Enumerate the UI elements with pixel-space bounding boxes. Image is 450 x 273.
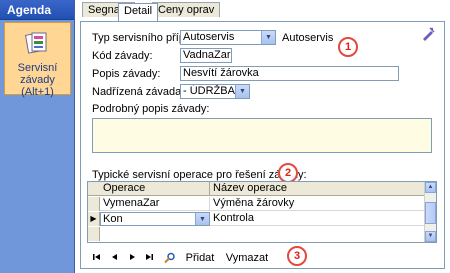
table-row-empty[interactable] [88, 227, 426, 241]
detail-panel: Typ servisního případu: Autoservis ▼ Aut… [80, 21, 445, 269]
badge-2: 2 [278, 163, 298, 183]
badge-3: 3 [287, 246, 307, 266]
nadrizena-label: Nadřízená závada: [92, 86, 185, 98]
row-op[interactable]: VymenaZar [100, 197, 210, 211]
tab-ceny-oprav[interactable]: Ceny oprav [152, 2, 221, 17]
first-record-icon[interactable] [91, 252, 103, 266]
chevron-down-icon[interactable]: ▼ [195, 213, 209, 225]
typ-extra: Autoservis [282, 32, 334, 44]
row-name[interactable]: Výměna žárovky [210, 197, 426, 211]
documents-icon [24, 30, 51, 58]
agenda-panel: Agenda Servisní závady (Alt+1) [0, 0, 75, 273]
grid-scrollbar[interactable]: ▲ ▼ [424, 182, 436, 242]
agenda-item-servisni-zavady[interactable]: Servisní závady (Alt+1) [4, 22, 71, 98]
operations-grid: Operace Název operace VymenaZar Výměna ž… [87, 181, 437, 243]
typ-combo[interactable]: Autoservis ▼ [180, 30, 276, 45]
agenda-item-shortcut: (Alt+1) [21, 86, 54, 98]
row-selector[interactable] [88, 197, 100, 211]
row-selector[interactable] [88, 227, 100, 241]
table-row[interactable]: VymenaZar Výměna žárovky [88, 197, 426, 211]
typ-value: Autoservis [183, 31, 235, 43]
edit-icon[interactable] [421, 27, 435, 41]
nadrizena-combo[interactable]: - ÚDRŽBA ▼ [180, 84, 250, 99]
podrobny-label: Podrobný popis závady: [92, 103, 210, 115]
next-record-icon[interactable] [127, 252, 137, 266]
operations-label: Typické servisní operace pro řešení záva… [92, 169, 307, 181]
nadrizena-value: - ÚDRŽBA [183, 85, 235, 97]
col-nazev[interactable]: Název operace [210, 182, 426, 196]
scroll-down-icon[interactable]: ▼ [425, 231, 436, 242]
delete-button[interactable]: Vymazat [225, 252, 269, 266]
previous-record-icon[interactable] [110, 252, 120, 266]
podrobny-textarea[interactable] [92, 118, 432, 153]
chevron-down-icon[interactable]: ▼ [235, 85, 249, 98]
agenda-title: Agenda [0, 0, 74, 20]
agenda-item-label: Servisní závady [17, 62, 58, 86]
row-op: Kon [103, 213, 123, 225]
grid-header: Operace Název operace [88, 182, 426, 196]
kod-label: Kód závady: [92, 50, 153, 62]
divider [84, 158, 441, 159]
table-row[interactable]: ▶ Kon ▼ Kontrola [88, 212, 426, 226]
scroll-thumb[interactable] [425, 202, 436, 224]
popis-label: Popis závady: [92, 68, 161, 80]
col-operace[interactable]: Operace [100, 182, 210, 196]
add-button[interactable]: Přidat [185, 252, 215, 266]
scroll-up-icon[interactable]: ▲ [425, 182, 436, 193]
last-record-icon[interactable] [143, 252, 155, 266]
row-name[interactable]: Kontrola [210, 212, 426, 226]
popis-field[interactable]: Nesvítí žárovka [180, 66, 399, 81]
badge-1: 1 [338, 37, 358, 57]
row-op-combo[interactable]: Kon ▼ [100, 212, 210, 226]
search-icon[interactable] [163, 252, 177, 266]
current-row-arrow-icon[interactable]: ▶ [88, 212, 100, 226]
chevron-down-icon[interactable]: ▼ [261, 31, 275, 44]
kod-field[interactable]: VadnaZar [180, 48, 232, 63]
tab-detail[interactable]: Detail [118, 3, 159, 21]
